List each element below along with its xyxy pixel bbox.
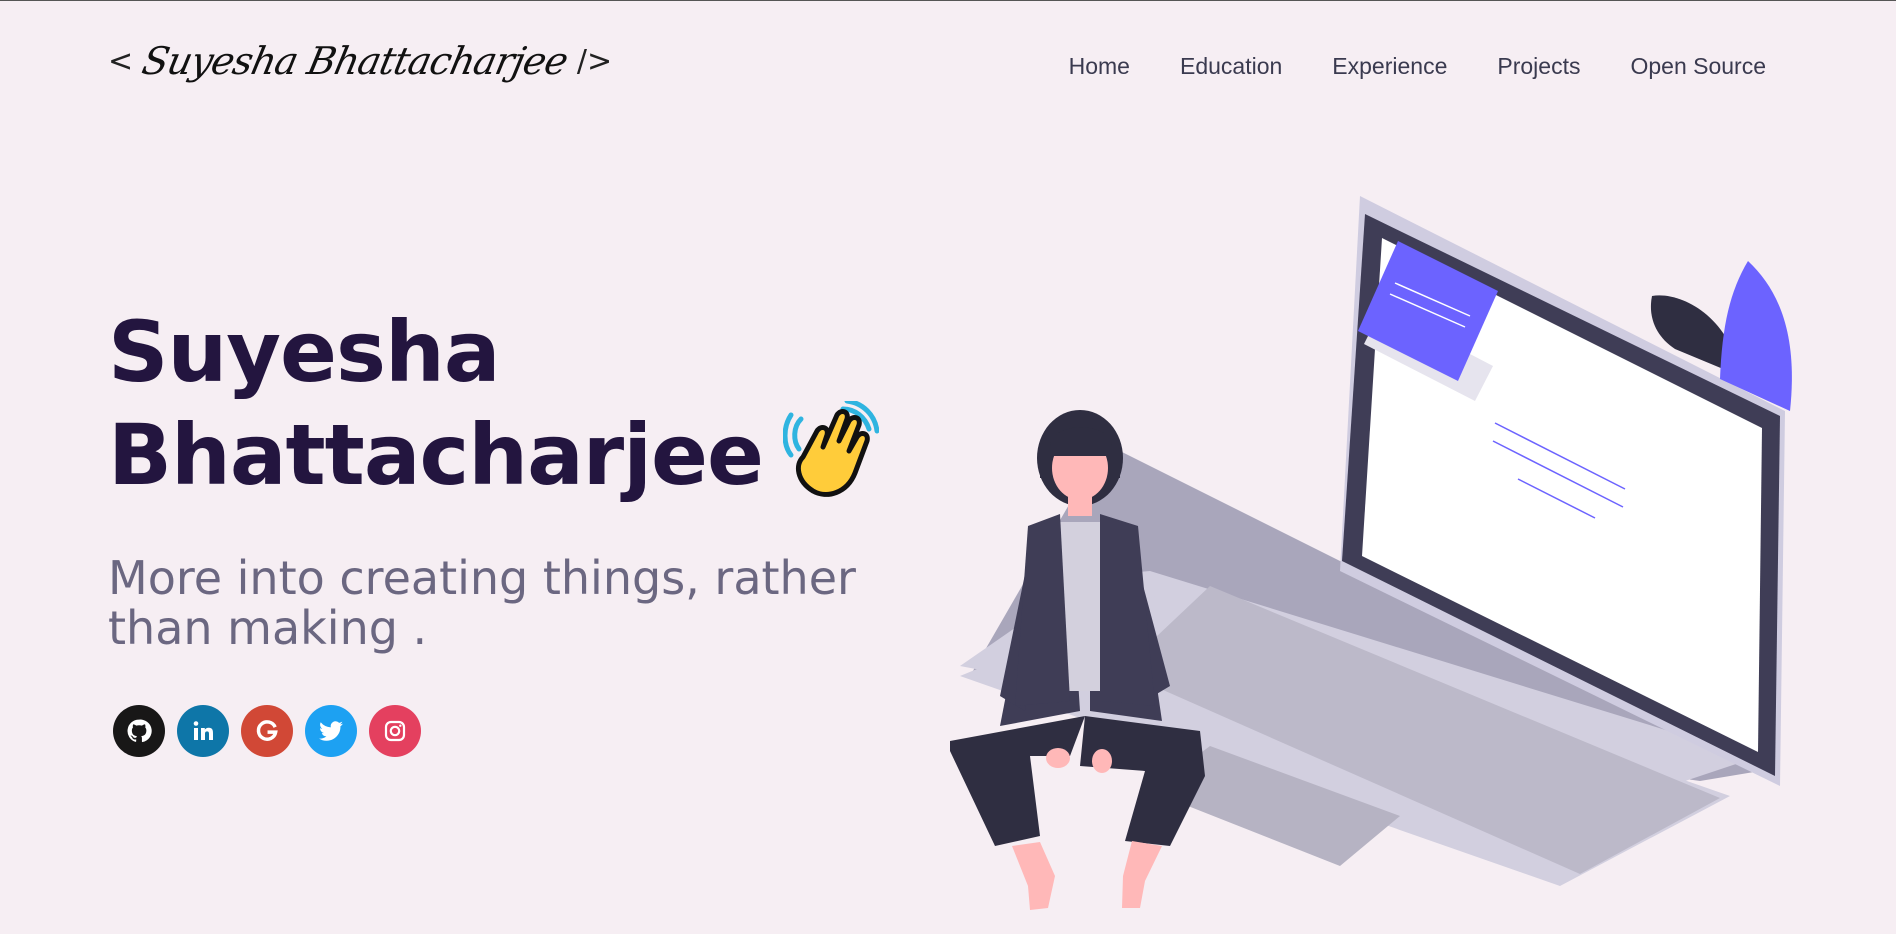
google-link[interactable] [241,705,293,757]
linkedin-link[interactable] [177,705,229,757]
nav-open-source[interactable]: Open Source [1630,53,1766,80]
hero-title: Suyesha Bhattacharjee [108,303,880,521]
hero-name-line2: Bhattacharjee [108,405,764,504]
hero-name-line2-wrap: Bhattacharjee [108,398,880,521]
laptop-woman-illustration [950,196,1792,910]
linkedin-icon [193,721,213,740]
logo-signature: Suyesha Bhattacharjee [138,39,572,83]
hero-name-line1: Suyesha [108,303,501,401]
site-logo[interactable]: < Suyesha Bhattacharjee /> [108,39,612,83]
github-link[interactable] [113,705,165,757]
nav-projects[interactable]: Projects [1497,53,1580,80]
social-links [113,705,421,757]
instagram-icon [384,720,406,742]
google-icon [256,720,278,741]
nav-home[interactable]: Home [1069,53,1130,80]
nav-experience[interactable]: Experience [1332,53,1447,80]
nav-education[interactable]: Education [1180,53,1282,80]
logo-open-bracket: < [108,43,134,79]
logo-close-bracket: /> [576,43,613,79]
twitter-icon [319,721,343,741]
github-icon [127,719,152,743]
waving-hand-icon [782,398,880,521]
twitter-link[interactable] [305,705,357,757]
hero-subtitle: More into creating things, rather than m… [108,551,856,655]
main-nav: Home Education Experience Projects Open … [1069,53,1766,80]
instagram-link[interactable] [369,705,421,757]
